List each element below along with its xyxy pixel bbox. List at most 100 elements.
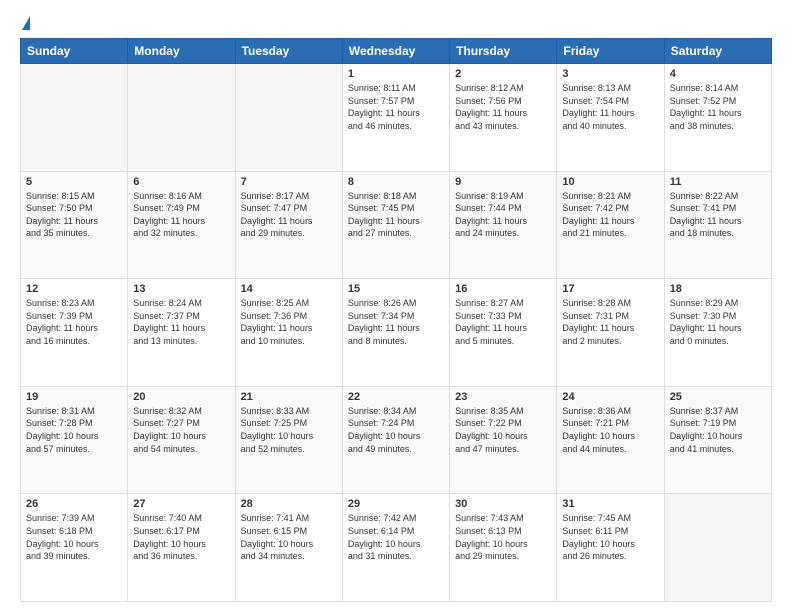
- day-number: 28: [241, 498, 337, 510]
- calendar-cell: 8Sunrise: 8:18 AM Sunset: 7:45 PM Daylig…: [342, 171, 449, 279]
- day-info: Sunrise: 8:12 AM Sunset: 7:56 PM Dayligh…: [455, 82, 551, 132]
- calendar-cell: 3 Sunrise: 8:13 AM Sunset: 7:54 PM Daylig…: [557, 64, 664, 172]
- weekday-header-wednesday: Wednesday: [342, 39, 449, 64]
- calendar-cell: 6 Sunrise: 8:16 AM Sunset: 7:49 PM Daylig…: [128, 171, 235, 279]
- calendar-cell: 13Sunrise: 8:24 AM Sunset: 7:37 PM Dayli…: [128, 279, 235, 387]
- day-info: Sunrise: 8:29 AM Sunset: 7:30 PM Dayligh…: [670, 297, 766, 347]
- day-info: Sunrise: 7:42 AM Sunset: 6:14 PM Dayligh…: [348, 512, 444, 562]
- calendar-cell: 28 Sunrise: 7:41 AM Sunset: 6:15 PM Dayli…: [235, 494, 342, 602]
- day-number: 29: [348, 498, 444, 510]
- calendar-cell: [21, 64, 128, 172]
- day-info: Sunrise: 7:45 AM Sunset: 6:11 PM Dayligh…: [562, 512, 658, 562]
- calendar-cell: 4 Sunrise: 8:14 AM Sunset: 7:52 PM Daylig…: [664, 64, 771, 172]
- page: SundayMondayTuesdayWednesdayThursdayFrid…: [0, 0, 792, 612]
- day-number: 27: [133, 498, 229, 510]
- day-number: 9: [455, 176, 551, 188]
- calendar-cell: 1 Sunrise: 8:11 AM Sunset: 7:57 PM Daylig…: [342, 64, 449, 172]
- day-number: 22: [348, 391, 444, 403]
- day-info: Sunrise: 8:19 AM Sunset: 7:44 PM Dayligh…: [455, 190, 551, 240]
- logo-triangle-icon: [22, 16, 30, 30]
- day-info: Sunrise: 8:33 AM Sunset: 7:25 PM Dayligh…: [241, 405, 337, 455]
- calendar-cell: 2 Sunrise: 8:12 AM Sunset: 7:56 PM Daylig…: [450, 64, 557, 172]
- day-info: Sunrise: 8:21 AM Sunset: 7:42 PM Dayligh…: [562, 190, 658, 240]
- day-number: 31: [562, 498, 658, 510]
- day-info: Sunrise: 7:40 AM Sunset: 6:17 PM Dayligh…: [133, 512, 229, 562]
- weekday-header-tuesday: Tuesday: [235, 39, 342, 64]
- day-number: 24: [562, 391, 658, 403]
- day-info: Sunrise: 8:36 AM Sunset: 7:21 PM Dayligh…: [562, 405, 658, 455]
- calendar-cell: 11 Sunrise: 8:22 AM Sunset: 7:41 PM Dayli…: [664, 171, 771, 279]
- day-number: 4: [670, 68, 766, 80]
- day-number: 6: [133, 176, 229, 188]
- calendar-cell: 30 Sunrise: 7:43 AM Sunset: 6:13 PM Dayli…: [450, 494, 557, 602]
- calendar-cell: [664, 494, 771, 602]
- calendar-cell: 23Sunrise: 8:35 AM Sunset: 7:22 PM Dayli…: [450, 386, 557, 494]
- calendar-cell: 16Sunrise: 8:27 AM Sunset: 7:33 PM Dayli…: [450, 279, 557, 387]
- day-number: 21: [241, 391, 337, 403]
- logo: [20, 16, 30, 30]
- calendar-cell: [128, 64, 235, 172]
- day-number: 1: [348, 68, 444, 80]
- calendar-week-row-3: 19 Sunrise: 8:31 AM Sunset: 7:28 PM Dayli…: [21, 386, 772, 494]
- weekday-header-monday: Monday: [128, 39, 235, 64]
- day-number: 10: [562, 176, 658, 188]
- day-info: Sunrise: 8:31 AM Sunset: 7:28 PM Dayligh…: [26, 405, 122, 455]
- day-info: Sunrise: 8:37 AM Sunset: 7:19 PM Dayligh…: [670, 405, 766, 455]
- day-info: Sunrise: 8:25 AM Sunset: 7:36 PM Dayligh…: [241, 297, 337, 347]
- day-info: Sunrise: 8:17 AM Sunset: 7:47 PM Dayligh…: [241, 190, 337, 240]
- day-info: Sunrise: 8:32 AM Sunset: 7:27 PM Dayligh…: [133, 405, 229, 455]
- day-info: Sunrise: 8:28 AM Sunset: 7:31 PM Dayligh…: [562, 297, 658, 347]
- day-info: Sunrise: 8:16 AM Sunset: 7:49 PM Dayligh…: [133, 190, 229, 240]
- calendar-cell: 29 Sunrise: 7:42 AM Sunset: 6:14 PM Dayli…: [342, 494, 449, 602]
- calendar-cell: 17 Sunrise: 8:28 AM Sunset: 7:31 PM Dayli…: [557, 279, 664, 387]
- day-number: 18: [670, 283, 766, 295]
- day-info: Sunrise: 8:24 AM Sunset: 7:37 PM Dayligh…: [133, 297, 229, 347]
- day-number: 25: [670, 391, 766, 403]
- calendar-week-row-0: 1 Sunrise: 8:11 AM Sunset: 7:57 PM Daylig…: [21, 64, 772, 172]
- day-number: 12: [26, 283, 122, 295]
- calendar-cell: [235, 64, 342, 172]
- calendar-table: SundayMondayTuesdayWednesdayThursdayFrid…: [20, 38, 772, 602]
- day-info: Sunrise: 7:41 AM Sunset: 6:15 PM Dayligh…: [241, 512, 337, 562]
- calendar-cell: 15 Sunrise: 8:26 AM Sunset: 7:34 PM Dayli…: [342, 279, 449, 387]
- day-info: Sunrise: 8:26 AM Sunset: 7:34 PM Dayligh…: [348, 297, 444, 347]
- day-info: Sunrise: 7:39 AM Sunset: 6:18 PM Dayligh…: [26, 512, 122, 562]
- calendar-cell: 31 Sunrise: 7:45 AM Sunset: 6:11 PM Dayli…: [557, 494, 664, 602]
- day-info: Sunrise: 8:27 AM Sunset: 7:33 PM Dayligh…: [455, 297, 551, 347]
- calendar-cell: 14 Sunrise: 8:25 AM Sunset: 7:36 PM Dayli…: [235, 279, 342, 387]
- weekday-header-friday: Friday: [557, 39, 664, 64]
- weekday-header-thursday: Thursday: [450, 39, 557, 64]
- day-info: Sunrise: 8:11 AM Sunset: 7:57 PM Dayligh…: [348, 82, 444, 132]
- calendar-cell: 7 Sunrise: 8:17 AM Sunset: 7:47 PM Daylig…: [235, 171, 342, 279]
- day-number: 19: [26, 391, 122, 403]
- calendar-cell: 22Sunrise: 8:34 AM Sunset: 7:24 PM Dayli…: [342, 386, 449, 494]
- day-number: 3: [562, 68, 658, 80]
- day-number: 7: [241, 176, 337, 188]
- calendar-week-row-4: 26 Sunrise: 7:39 AM Sunset: 6:18 PM Dayli…: [21, 494, 772, 602]
- calendar-week-row-1: 5Sunrise: 8:15 AM Sunset: 7:50 PM Daylig…: [21, 171, 772, 279]
- weekday-header-row: SundayMondayTuesdayWednesdayThursdayFrid…: [21, 39, 772, 64]
- day-number: 30: [455, 498, 551, 510]
- calendar-cell: 18 Sunrise: 8:29 AM Sunset: 7:30 PM Dayli…: [664, 279, 771, 387]
- day-info: Sunrise: 8:18 AM Sunset: 7:45 PM Dayligh…: [348, 190, 444, 240]
- day-info: Sunrise: 8:23 AM Sunset: 7:39 PM Dayligh…: [26, 297, 122, 347]
- day-number: 2: [455, 68, 551, 80]
- day-info: Sunrise: 8:13 AM Sunset: 7:54 PM Dayligh…: [562, 82, 658, 132]
- day-info: Sunrise: 8:14 AM Sunset: 7:52 PM Dayligh…: [670, 82, 766, 132]
- calendar-cell: 24 Sunrise: 8:36 AM Sunset: 7:21 PM Dayli…: [557, 386, 664, 494]
- day-number: 5: [26, 176, 122, 188]
- weekday-header-saturday: Saturday: [664, 39, 771, 64]
- calendar-cell: 19 Sunrise: 8:31 AM Sunset: 7:28 PM Dayli…: [21, 386, 128, 494]
- day-number: 26: [26, 498, 122, 510]
- calendar-cell: 20Sunrise: 8:32 AM Sunset: 7:27 PM Dayli…: [128, 386, 235, 494]
- day-number: 17: [562, 283, 658, 295]
- day-info: Sunrise: 7:43 AM Sunset: 6:13 PM Dayligh…: [455, 512, 551, 562]
- day-number: 11: [670, 176, 766, 188]
- day-number: 15: [348, 283, 444, 295]
- day-number: 23: [455, 391, 551, 403]
- calendar-cell: 27 Sunrise: 7:40 AM Sunset: 6:17 PM Dayli…: [128, 494, 235, 602]
- calendar-cell: 26 Sunrise: 7:39 AM Sunset: 6:18 PM Dayli…: [21, 494, 128, 602]
- calendar-cell: 12 Sunrise: 8:23 AM Sunset: 7:39 PM Dayli…: [21, 279, 128, 387]
- day-info: Sunrise: 8:22 AM Sunset: 7:41 PM Dayligh…: [670, 190, 766, 240]
- day-number: 14: [241, 283, 337, 295]
